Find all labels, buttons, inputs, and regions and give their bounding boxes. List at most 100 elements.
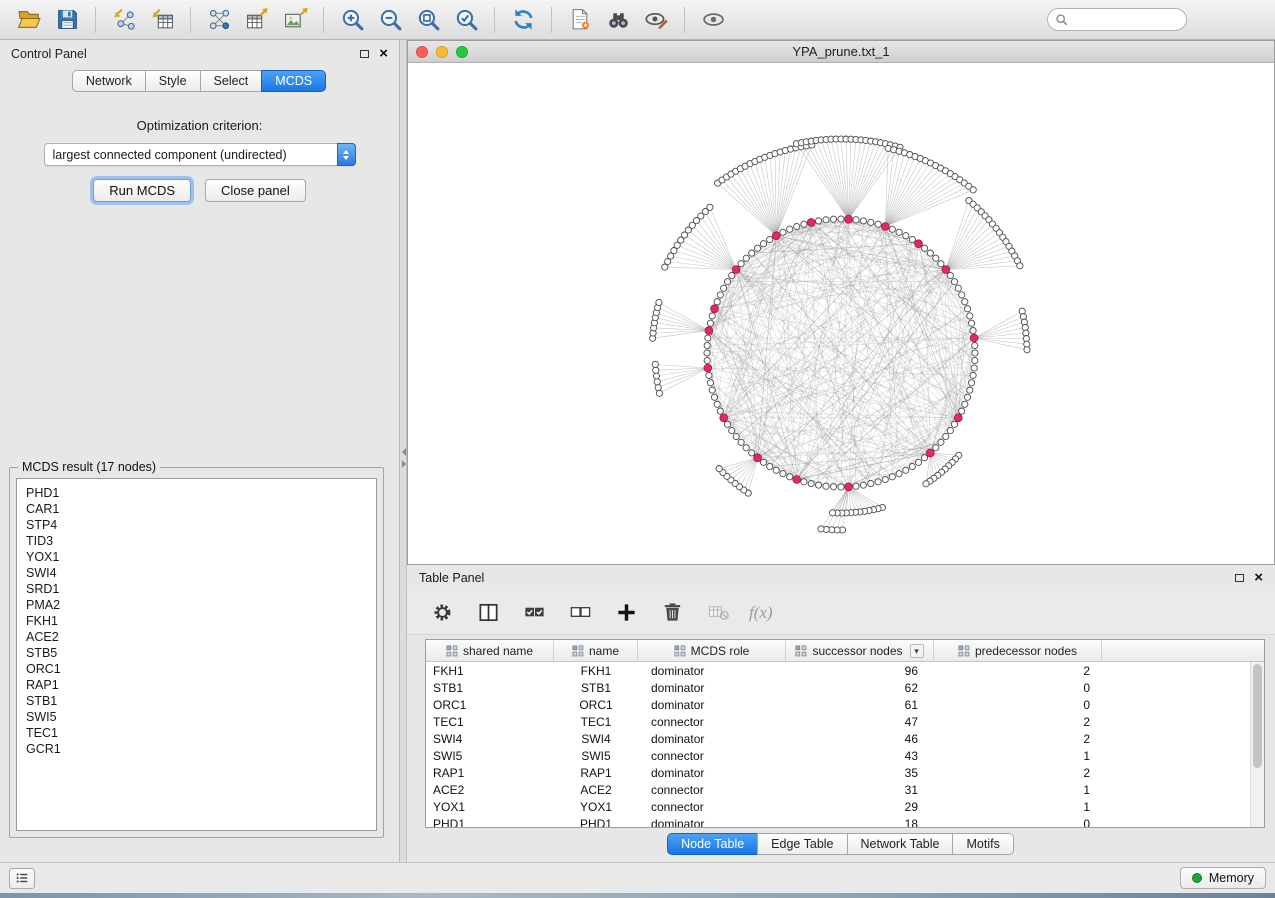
table-cell: 31 <box>786 783 934 797</box>
result-node-item[interactable]: SWI5 <box>26 709 367 725</box>
save-button[interactable] <box>48 4 86 36</box>
expand-right-icon[interactable] <box>402 460 406 468</box>
import-network-button[interactable] <box>105 4 143 36</box>
table-row[interactable]: ACE2ACE2connector311 <box>426 781 1250 798</box>
show-hide-button[interactable] <box>694 4 732 36</box>
splitter-collapse-icons[interactable] <box>400 448 407 468</box>
mcds-result-title: MCDS result (17 nodes) <box>18 460 160 474</box>
result-node-item[interactable]: SWI4 <box>26 565 367 581</box>
result-node-item[interactable]: ACE2 <box>26 629 367 645</box>
table-row[interactable]: SWI4SWI4dominator462 <box>426 730 1250 747</box>
filter-button[interactable] <box>637 4 675 36</box>
tab-network[interactable]: Network <box>72 70 146 92</box>
select-all-button[interactable] <box>519 598 549 628</box>
sort-indicator-icon[interactable]: ▾ <box>910 644 924 658</box>
result-node-item[interactable]: PMA2 <box>26 597 367 613</box>
result-node-item[interactable]: GCR1 <box>26 741 367 757</box>
table-row[interactable]: RAP1RAP1dominator352 <box>426 764 1250 781</box>
export-table-button[interactable] <box>238 4 276 36</box>
collapse-left-icon[interactable] <box>402 448 406 456</box>
export-image-button[interactable] <box>276 4 314 36</box>
network-canvas[interactable] <box>408 63 1274 564</box>
table-cell: ORC1 <box>426 698 554 712</box>
result-node-item[interactable]: STP4 <box>26 517 367 533</box>
columns-button[interactable] <box>473 598 503 628</box>
table-row[interactable]: TEC1TEC1connector472 <box>426 713 1250 730</box>
import-table-button[interactable] <box>143 4 181 36</box>
share-network-button[interactable] <box>200 4 238 36</box>
column-type-icon <box>446 645 458 657</box>
column-header-predecessor-nodes[interactable]: predecessor nodes <box>934 640 1102 661</box>
zoom-selected-button[interactable] <box>447 4 485 36</box>
panel-splitter[interactable] <box>400 40 407 862</box>
table-row[interactable]: PHD1PHD1dominator180 <box>426 815 1250 827</box>
table-scrollbar-thumb[interactable] <box>1253 664 1262 768</box>
run-mcds-button[interactable]: Run MCDS <box>93 179 191 202</box>
table-cell: FKH1 <box>426 664 554 678</box>
table-cell: 1 <box>934 749 1102 763</box>
tab-motifs[interactable]: Motifs <box>952 833 1013 855</box>
columns-icon <box>477 601 500 624</box>
result-node-item[interactable]: SRD1 <box>26 581 367 597</box>
deselect-all-button[interactable] <box>565 598 595 628</box>
result-node-item[interactable]: FKH1 <box>26 613 367 629</box>
tab-network-table[interactable]: Network Table <box>847 833 954 855</box>
table-cell: dominator <box>638 766 786 780</box>
close-panel-icon[interactable]: × <box>379 49 388 59</box>
column-header-successor-nodes[interactable]: successor nodes▾ <box>786 640 934 661</box>
table-row[interactable]: FKH1FKH1dominator962 <box>426 662 1250 679</box>
export-document-button[interactable] <box>561 4 599 36</box>
optimization-criterion-dropdown[interactable]: largest connected component (undirected) <box>44 143 356 166</box>
result-node-item[interactable]: RAP1 <box>26 677 367 693</box>
minimize-window-icon[interactable] <box>436 46 448 58</box>
table-cell: 47 <box>786 715 934 729</box>
show-hide-icon <box>701 7 726 32</box>
result-node-item[interactable]: TID3 <box>26 533 367 549</box>
tab-select[interactable]: Select <box>200 70 263 92</box>
result-node-item[interactable]: TEC1 <box>26 725 367 741</box>
tab-style[interactable]: Style <box>145 70 201 92</box>
table-row[interactable]: YOX1YOX1connector291 <box>426 798 1250 815</box>
column-header-shared-name[interactable]: shared name <box>426 640 554 661</box>
column-header-MCDS-role[interactable]: MCDS role <box>638 640 786 661</box>
refresh-button[interactable] <box>504 4 542 36</box>
table-row[interactable]: STB1STB1dominator620 <box>426 679 1250 696</box>
node-table: shared name nameMCDS rolesuccessor nodes▾… <box>425 639 1265 828</box>
maximize-window-icon[interactable] <box>456 46 468 58</box>
column-header-name[interactable]: name <box>554 640 638 661</box>
result-node-item[interactable]: ORC1 <box>26 661 367 677</box>
panel-menu-button[interactable] <box>9 868 35 889</box>
close-table-panel-icon[interactable]: × <box>1254 573 1263 583</box>
tab-edge-table[interactable]: Edge Table <box>757 833 847 855</box>
close-window-icon[interactable] <box>416 46 428 58</box>
result-node-item[interactable]: CAR1 <box>26 501 367 517</box>
search-input[interactable] <box>1047 8 1187 31</box>
zoom-out-button[interactable] <box>371 4 409 36</box>
delete-row-button[interactable] <box>657 598 687 628</box>
open-folder-button[interactable] <box>10 4 48 36</box>
result-node-item[interactable]: STB1 <box>26 693 367 709</box>
table-row[interactable]: ORC1ORC1dominator610 <box>426 696 1250 713</box>
zoom-in-button[interactable] <box>333 4 371 36</box>
network-titlebar[interactable]: YPA_prune.txt_1 <box>408 41 1274 63</box>
column-type-icon <box>795 645 807 657</box>
float-panel-icon[interactable] <box>360 50 369 58</box>
result-node-item[interactable]: PHD1 <box>26 485 367 501</box>
memory-button[interactable]: Memory <box>1180 867 1266 889</box>
table-row[interactable]: SWI5SWI5connector431 <box>426 747 1250 764</box>
column-type-icon <box>572 645 584 657</box>
toolbar-separator <box>684 7 685 33</box>
table-scrollbar[interactable] <box>1250 662 1264 827</box>
tab-node-table[interactable]: Node Table <box>667 833 758 855</box>
control-panel-header: Control Panel × <box>0 40 399 68</box>
close-panel-button[interactable]: Close panel <box>205 179 306 202</box>
zoom-fit-button[interactable] <box>409 4 447 36</box>
find-button[interactable] <box>599 4 637 36</box>
settings-button[interactable] <box>427 598 457 628</box>
tab-mcds[interactable]: MCDS <box>261 70 326 92</box>
result-node-item[interactable]: STB5 <box>26 645 367 661</box>
result-node-item[interactable]: YOX1 <box>26 549 367 565</box>
float-table-panel-icon[interactable] <box>1235 574 1244 582</box>
column-label: shared name <box>463 644 533 658</box>
add-row-button[interactable] <box>611 598 641 628</box>
